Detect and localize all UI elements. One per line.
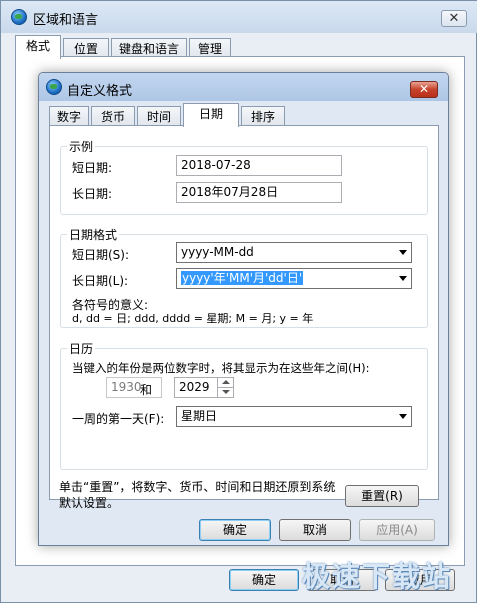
reset-button[interactable]: 重置(R) [345, 485, 419, 507]
spinner-up-icon[interactable] [218, 378, 233, 388]
short-date-label: 短日期(S): [72, 248, 130, 262]
year-from-field: 1930 [106, 377, 162, 398]
globe-icon [11, 9, 27, 25]
and-label: 和 [140, 383, 153, 397]
dialog-ok-button[interactable]: 确定 [199, 519, 271, 541]
example-short-date-field: 2018-07-28 [176, 155, 342, 176]
year-to-field[interactable]: 2029 [174, 377, 234, 398]
outer-ok-button[interactable]: 确定 [229, 569, 299, 591]
watermark-logo: 极速下载站 [302, 560, 453, 593]
calendar-group-label: 日历 [67, 340, 96, 357]
tab-format[interactable]: 格式 [15, 35, 61, 59]
first-day-value: 星期日 [181, 409, 218, 423]
date-tab-panel: 示例 短日期: 2018-07-28 长日期: 2018年07月28日 日期格式… [49, 125, 439, 500]
long-date-combo[interactable]: yyyy'年'MM'月'dd'日' [176, 268, 412, 289]
symbol-meaning-text: d, dd = 日; ddd, dddd = 星期; M = 月; y = 年 [72, 312, 314, 325]
chevron-down-icon[interactable] [399, 250, 407, 255]
dialog-title: 自定义格式 [67, 84, 133, 99]
reset-note: 单击“重置”，将数字、货币、时间和日期还原到系统默认设置。 [59, 480, 336, 510]
customize-format-dialog: 自定义格式 ✕ 数字 货币 时间 日期 排序 示例 短日期: 2018-07-2… [38, 72, 449, 546]
outer-window-title: 区域和语言 [33, 13, 99, 28]
dialog-cancel-button[interactable]: 取消 [279, 519, 351, 541]
tab-date[interactable]: 日期 [183, 103, 239, 127]
dialog-apply-button: 应用(A) [359, 519, 435, 541]
close-icon[interactable]: ✕ [410, 81, 438, 98]
close-icon[interactable]: ✕ [441, 10, 467, 27]
example-group-label: 示例 [67, 138, 96, 155]
example-long-date-field: 2018年07月28日 [176, 182, 342, 203]
chevron-down-icon[interactable] [399, 414, 407, 419]
example-short-label: 短日期: [72, 161, 113, 175]
year-to-value: 2029 [179, 380, 210, 394]
short-date-combo[interactable]: yyyy-MM-dd [176, 242, 412, 263]
two-digit-year-text: 当键入的年份是两位数字时，将其显示为在这些年之间(H): [72, 361, 370, 375]
tab-number[interactable]: 数字 [49, 106, 89, 127]
date-format-group-label: 日期格式 [67, 226, 120, 243]
tab-time[interactable]: 时间 [137, 106, 181, 127]
tab-currency[interactable]: 货币 [91, 106, 135, 127]
long-date-value[interactable]: yyyy'年'MM'月'dd'日' [181, 271, 304, 285]
short-date-value: yyyy-MM-dd [181, 245, 254, 259]
tab-sorting[interactable]: 排序 [241, 106, 285, 127]
outer-title-bar: 区域和语言 ✕ [1, 1, 477, 33]
globe-icon [46, 79, 62, 95]
first-day-combo[interactable]: 星期日 [176, 406, 412, 427]
spinner-down-icon[interactable] [218, 388, 233, 397]
spinner-arrows-icon[interactable] [217, 378, 233, 397]
first-day-label: 一周的第一天(F): [72, 412, 165, 426]
long-date-label: 长日期(L): [72, 274, 129, 288]
example-long-label: 长日期: [72, 187, 113, 201]
chevron-down-icon[interactable] [399, 276, 407, 281]
dialog-title-bar: 自定义格式 ✕ [39, 73, 448, 101]
